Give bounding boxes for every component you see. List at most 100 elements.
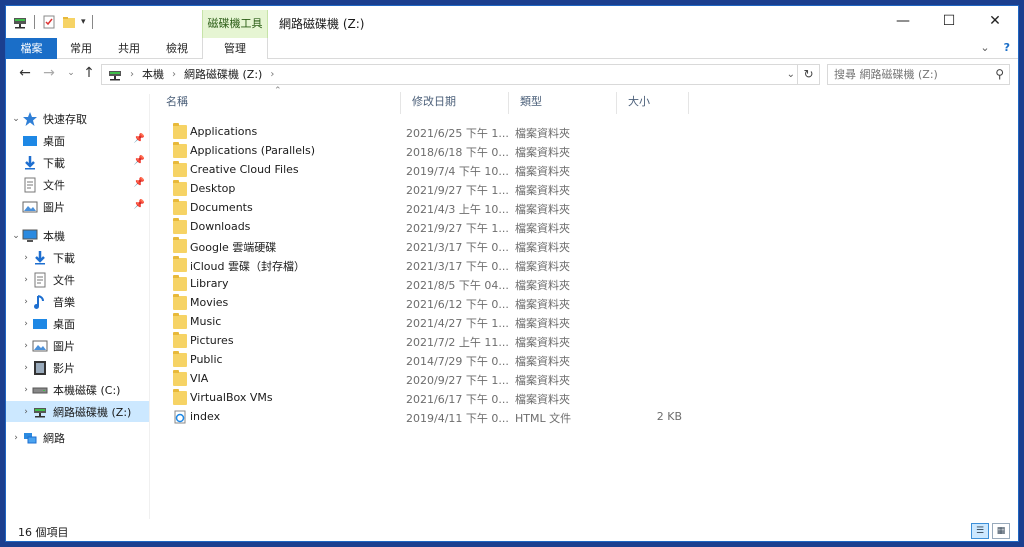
expand-chevron-icon[interactable]: ›	[20, 319, 32, 329]
expand-chevron-icon[interactable]: ›	[20, 297, 32, 307]
breadcrumb-network-drive[interactable]: 網路磁碟機 (Z:)	[184, 67, 262, 82]
desktop-icon	[32, 316, 48, 332]
file-row[interactable]: Applications 2021/6/25 下午 1... 檔案資料夾	[154, 123, 694, 142]
file-date: 2021/9/27 下午 1...	[406, 184, 509, 197]
help-icon[interactable]: ?	[1004, 41, 1010, 54]
nav-pc-local-disk-c[interactable]: › 本機磁碟 (C:)	[6, 379, 149, 400]
file-row[interactable]: Creative Cloud Files 2019/7/4 下午 10... 檔案資…	[154, 161, 694, 180]
nav-quick-pictures[interactable]: 圖片 📌	[6, 196, 149, 217]
file-row[interactable]: iCloud 雲碟（封存檔） 2021/3/17 下午 0... 檔案資料夾	[154, 256, 694, 275]
expand-chevron-icon[interactable]: ›	[20, 341, 32, 351]
file-row[interactable]: VirtualBox VMs 2021/6/17 下午 0... 檔案資料夾	[154, 389, 694, 408]
nav-pc-documents[interactable]: › 文件	[6, 269, 149, 290]
recent-locations-chevron-down-icon[interactable]: ⌄	[62, 64, 80, 82]
nav-label: 影片	[53, 361, 75, 375]
pin-icon[interactable]: 📌	[134, 156, 145, 166]
file-row[interactable]: VIA 2020/9/27 下午 1... 檔案資料夾	[154, 370, 694, 389]
tab-home[interactable]: 常用	[57, 38, 105, 59]
file-row[interactable]: Google 雲端硬碟 2021/3/17 下午 0... 檔案資料夾	[154, 237, 694, 256]
nav-pc-pictures[interactable]: › 圖片	[6, 335, 149, 356]
back-arrow-icon[interactable]: ←	[16, 64, 34, 82]
large-icons-view-icon[interactable]: ▦	[992, 523, 1010, 539]
nav-pc-music[interactable]: › 音樂	[6, 291, 149, 312]
expand-chevron-icon[interactable]: ›	[20, 275, 32, 285]
new-folder-icon[interactable]	[61, 14, 77, 30]
properties-icon[interactable]	[41, 14, 57, 30]
pin-icon[interactable]: 📌	[134, 134, 145, 144]
expand-chevron-icon[interactable]: ›	[20, 253, 32, 263]
expand-ribbon-icon[interactable]: ⌄	[980, 41, 989, 54]
file-row[interactable]: Desktop 2021/9/27 下午 1... 檔案資料夾	[154, 180, 694, 199]
nav-quick-documents[interactable]: 文件 📌	[6, 174, 149, 195]
address-bar[interactable]: › 本機 › 網路磁碟機 (Z:) › ⌄ ↻	[101, 64, 820, 85]
maximize-button[interactable]: ☐	[926, 6, 972, 36]
breadcrumb-this-pc[interactable]: 本機	[142, 67, 164, 82]
tab-view[interactable]: 檢視	[153, 38, 201, 59]
file-row[interactable]: Applications (Parallels) 2018/6/18 下午 0..…	[154, 142, 694, 161]
search-icon[interactable]: ⚲	[995, 67, 1004, 81]
customize-toolbar-dropdown-icon[interactable]: ▾	[81, 17, 86, 27]
file-date: 2019/4/11 下午 0...	[406, 412, 509, 425]
expand-chevron-icon[interactable]: ›	[20, 385, 32, 395]
pin-icon[interactable]: 📌	[134, 178, 145, 188]
tab-manage[interactable]: 管理	[202, 38, 268, 59]
search-input[interactable]	[828, 65, 983, 84]
nav-pc-desktop[interactable]: › 桌面	[6, 313, 149, 334]
folder-icon	[173, 313, 187, 329]
nav-pc-videos[interactable]: › 影片	[6, 357, 149, 378]
expand-chevron-icon[interactable]: ›	[20, 407, 32, 417]
file-type: 檔案資料夾	[515, 184, 570, 197]
details-view-icon[interactable]: ☰	[971, 523, 989, 539]
file-date: 2021/6/25 下午 1...	[406, 127, 509, 140]
column-header-name[interactable]: 名稱	[154, 90, 400, 114]
nav-quick-desktop[interactable]: 桌面 📌	[6, 130, 149, 151]
file-row[interactable]: Music 2021/4/27 下午 1... 檔案資料夾	[154, 313, 694, 332]
breadcrumb-chevron-icon[interactable]: ›	[130, 67, 134, 82]
close-button[interactable]: ✕	[972, 6, 1018, 36]
folder-icon	[173, 199, 187, 215]
collapse-chevron-icon[interactable]: ⌄	[10, 114, 22, 124]
minimize-button[interactable]: —	[880, 6, 926, 36]
forward-arrow-icon[interactable]: →	[40, 64, 58, 82]
pin-icon[interactable]: 📌	[134, 200, 145, 210]
ribbon-right-controls: ⌄ ?	[980, 41, 1010, 54]
column-header-size[interactable]: 大小	[616, 90, 688, 114]
folder-icon	[173, 256, 187, 272]
file-date: 2020/9/27 下午 1...	[406, 374, 509, 387]
refresh-icon[interactable]: ↻	[797, 65, 819, 84]
file-row[interactable]: Movies 2021/6/12 下午 0... 檔案資料夾	[154, 294, 694, 313]
nav-pc-network-drive-z[interactable]: › 網路磁碟機 (Z:)	[6, 401, 149, 422]
file-row[interactable]: Downloads 2021/9/27 下午 1... 檔案資料夾	[154, 218, 694, 237]
nav-quick-downloads[interactable]: 下載 📌	[6, 152, 149, 173]
nav-network[interactable]: › 網路	[6, 427, 149, 448]
file-date: 2018/6/18 下午 0...	[406, 146, 509, 159]
nav-pc-downloads[interactable]: › 下載	[6, 247, 149, 268]
nav-label: 桌面	[53, 317, 75, 331]
column-header-type[interactable]: 類型	[508, 90, 616, 114]
file-row[interactable]: Pictures 2021/7/2 上午 11... 檔案資料夾	[154, 332, 694, 351]
document-icon	[22, 177, 38, 193]
file-row[interactable]: Public 2014/7/29 下午 0... 檔案資料夾	[154, 351, 694, 370]
folder-icon	[173, 180, 187, 196]
file-type: 檔案資料夾	[515, 298, 570, 311]
collapse-chevron-icon[interactable]: ⌄	[10, 231, 22, 241]
address-history-chevron-down-icon[interactable]: ⌄	[787, 66, 795, 83]
file-row[interactable]: Documents 2021/4/3 上午 10... 檔案資料夾	[154, 199, 694, 218]
tab-file[interactable]: 檔案	[6, 38, 57, 59]
breadcrumb-chevron-icon[interactable]: ›	[270, 67, 274, 82]
file-type: 檔案資料夾	[515, 355, 570, 368]
file-name: iCloud 雲碟（封存檔）	[190, 260, 305, 273]
nav-this-pc[interactable]: ⌄ 本機	[6, 225, 149, 246]
tab-share[interactable]: 共用	[105, 38, 153, 59]
file-row[interactable]: index 2019/4/11 下午 0... HTML 文件 2 KB	[154, 408, 694, 427]
column-header-date[interactable]: 修改日期	[400, 90, 508, 114]
breadcrumb-chevron-icon[interactable]: ›	[172, 67, 176, 82]
file-name: VirtualBox VMs	[190, 391, 273, 404]
expand-chevron-icon[interactable]: ›	[10, 433, 22, 443]
nav-quick-access[interactable]: ⌄ 快速存取	[6, 108, 149, 129]
desktop-icon	[22, 133, 38, 149]
file-row[interactable]: Library 2021/8/5 下午 04... 檔案資料夾	[154, 275, 694, 294]
window-controls: — ☐ ✕	[880, 6, 1018, 36]
expand-chevron-icon[interactable]: ›	[20, 363, 32, 373]
up-arrow-icon[interactable]: ↑	[80, 64, 98, 82]
